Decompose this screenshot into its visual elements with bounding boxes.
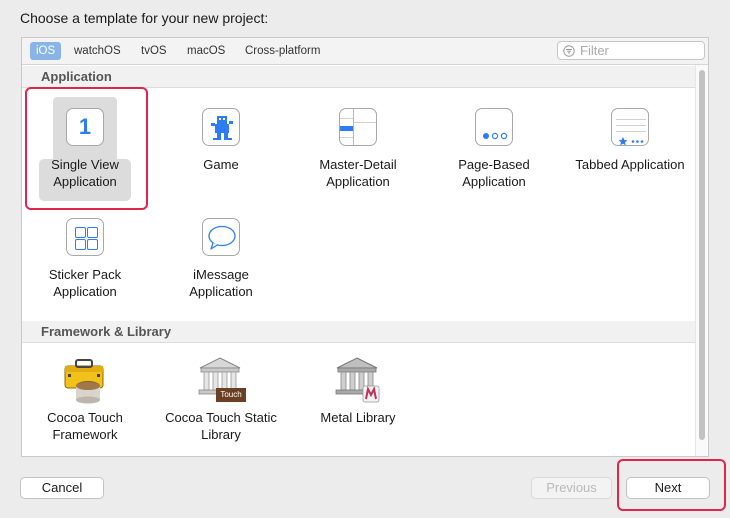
template-label: Cocoa Touch Framework [47, 410, 123, 442]
game-icon [201, 107, 241, 147]
template-sticker-pack[interactable]: Sticker Pack Application [25, 217, 145, 317]
template-label: Sticker Pack Application [48, 267, 122, 299]
imessage-icon [201, 217, 241, 257]
sticker-pack-icon [65, 217, 105, 257]
master-detail-icon [338, 107, 378, 147]
scrollbar-thumb[interactable] [699, 70, 705, 440]
template-cocoa-touch-framework[interactable]: Cocoa Touch Framework [25, 359, 145, 460]
template-tabbed[interactable]: Tabbed Application [570, 107, 690, 207]
page-title: Choose a template for your new project: [20, 10, 269, 26]
tab-watchos[interactable]: watchOS [68, 42, 127, 60]
next-button[interactable]: Next [626, 477, 710, 499]
filter-search-field[interactable]: Filter [557, 41, 705, 60]
vertical-scrollbar[interactable] [695, 65, 708, 456]
selection-highlight-box [25, 87, 148, 210]
page-based-icon [474, 107, 514, 147]
cancel-button[interactable]: Cancel [20, 477, 104, 499]
template-page-based[interactable]: Page-Based Application [434, 107, 554, 207]
library-badge-label: Touch [220, 390, 242, 399]
template-label: Tabbed Application [575, 157, 685, 172]
template-imessage[interactable]: iMessage Application [161, 217, 281, 317]
template-label: Metal Library [320, 410, 396, 425]
tab-tvos[interactable]: tvOS [135, 42, 173, 60]
toolbox-icon [60, 356, 110, 404]
template-game[interactable]: Game [161, 107, 281, 207]
template-metal-library[interactable]: Metal Library [298, 357, 418, 460]
section-header-framework: Framework & Library [22, 321, 696, 343]
previous-button[interactable]: Previous [531, 477, 612, 499]
filter-icon [563, 45, 575, 57]
tab-macos[interactable]: macOS [181, 42, 231, 60]
tabbed-icon [610, 107, 650, 147]
template-label: Cocoa Touch Static Library [165, 410, 277, 442]
metal-library-icon [333, 356, 385, 404]
tab-ios[interactable]: iOS [30, 42, 62, 60]
template-label: Master-Detail Application [319, 157, 397, 189]
template-master-detail[interactable]: Master-Detail Application [298, 107, 418, 207]
template-label: iMessage Application [189, 267, 253, 299]
library-building-icon: Touch [196, 356, 248, 404]
tab-cross-platform[interactable]: Cross-platform [239, 42, 326, 60]
template-label: Page-Based Application [458, 157, 530, 189]
platform-tab-bar: iOS watchOS tvOS macOS Cross-platform Fi… [22, 38, 708, 65]
filter-input[interactable]: Filter [580, 43, 609, 58]
section-header-application: Application [22, 66, 696, 88]
template-cocoa-touch-static-library[interactable]: Touch Cocoa Touch Static Library [161, 357, 281, 460]
template-label: Game [203, 157, 239, 172]
